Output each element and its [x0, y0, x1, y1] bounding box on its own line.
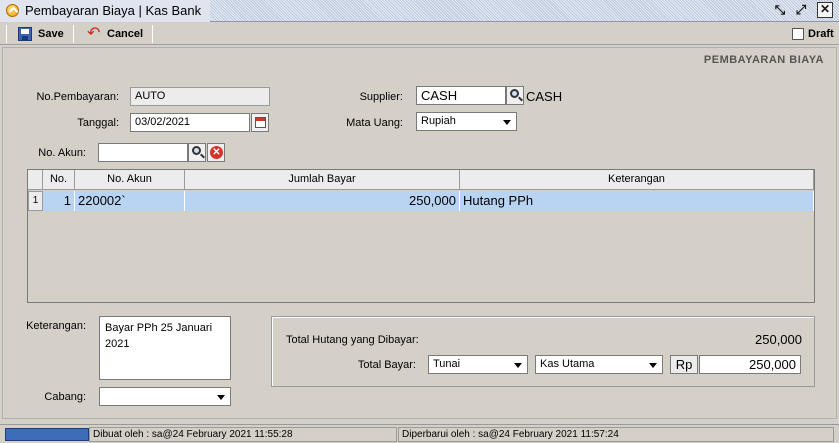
- currency-label: Rp: [670, 355, 698, 374]
- restore-icon[interactable]: ⤡: [772, 2, 788, 18]
- total-hutang-label: Total Hutang yang Dibayar:: [286, 334, 419, 346]
- title-bar: Pembayaran Biaya | Kas Bank ⤡ ⤢ ✕: [0, 0, 839, 22]
- undo-icon[interactable]: ↶: [87, 26, 103, 42]
- maximize-icon[interactable]: ⤢: [793, 2, 809, 18]
- status-bar: Dibuat oleh : sa@24 February 2021 11:55:…: [0, 424, 839, 443]
- no-pembayaran-label: No.Pembayaran:: [36, 91, 119, 103]
- clear-akun-button[interactable]: ✕: [207, 143, 225, 162]
- save-button[interactable]: Save: [38, 25, 64, 43]
- supplier-name: CASH: [526, 89, 563, 104]
- mata-uang-label: Mata Uang:: [346, 117, 403, 129]
- no-pembayaran-field[interactable]: AUTO: [130, 87, 270, 106]
- cabang-select[interactable]: [99, 387, 231, 406]
- no-akun-label: No. Akun:: [38, 147, 86, 159]
- total-hutang-value: 250,000: [755, 332, 802, 347]
- no-akun-search-button[interactable]: [188, 143, 206, 162]
- toolbar: Save ↶ Cancel Draft: [0, 23, 839, 45]
- cell-keterangan[interactable]: Hutang PPh: [460, 191, 814, 211]
- no-akun-field[interactable]: [98, 143, 188, 162]
- payment-grid: No. No. Akun Jumlah Bayar Keterangan 1 1…: [27, 169, 815, 303]
- supplier-label: Supplier:: [359, 91, 403, 103]
- toolbar-separator: [6, 25, 7, 43]
- created-info: Dibuat oleh : sa@24 February 2021 11:55:…: [89, 427, 397, 442]
- row-number[interactable]: 1: [28, 191, 43, 211]
- updated-info: Diperbarui oleh : sa@24 February 2021 11…: [398, 427, 834, 442]
- total-bayar-field[interactable]: 250,000: [699, 355, 801, 374]
- table-row[interactable]: 1 1 220002` 250,000 Hutang PPh: [28, 191, 814, 211]
- column-header-no[interactable]: No.: [43, 170, 75, 190]
- cell-no[interactable]: 1: [43, 191, 75, 211]
- window-title: Pembayaran Biaya | Kas Bank: [25, 3, 202, 18]
- column-header-akun[interactable]: No. Akun: [75, 170, 185, 190]
- cabang-label: Cabang:: [44, 391, 86, 403]
- keterangan-textarea[interactable]: Bayar PPh 25 Januari 2021: [99, 316, 231, 380]
- column-header-jumlah[interactable]: Jumlah Bayar: [185, 170, 460, 190]
- cancel-button[interactable]: Cancel: [107, 25, 143, 43]
- total-bayar-label: Total Bayar:: [357, 359, 416, 371]
- totals-panel: Total Hutang yang Dibayar: 250,000 Total…: [271, 316, 815, 387]
- calendar-icon: [255, 117, 266, 128]
- draft-label: Draft: [808, 28, 834, 40]
- close-icon[interactable]: ✕: [817, 2, 833, 18]
- app-icon: [6, 4, 19, 17]
- kas-account-select[interactable]: Kas Utama: [535, 355, 663, 374]
- main-panel: PEMBAYARAN BIAYA No.Pembayaran: AUTO Tan…: [2, 47, 837, 419]
- supplier-search-button[interactable]: [506, 86, 524, 105]
- grid-corner: [28, 170, 43, 190]
- keterangan-label: Keterangan:: [26, 320, 86, 332]
- supplier-field[interactable]: CASH: [416, 86, 506, 105]
- form-header: PEMBAYARAN BIAYA: [703, 54, 824, 66]
- toolbar-separator: [152, 25, 153, 43]
- tanggal-field[interactable]: 03/02/2021: [130, 113, 250, 132]
- draft-checkbox[interactable]: [792, 28, 804, 40]
- delete-icon: ✕: [210, 146, 223, 159]
- cell-jumlah[interactable]: 250,000: [185, 191, 460, 211]
- save-icon[interactable]: [18, 27, 32, 41]
- cell-akun[interactable]: 220002`: [75, 191, 185, 211]
- tanggal-label: Tanggal:: [77, 117, 119, 129]
- mata-uang-select[interactable]: Rupiah: [416, 112, 517, 131]
- payment-type-select[interactable]: Tunai: [428, 355, 528, 374]
- status-indicator: [5, 428, 89, 441]
- toolbar-separator: [73, 25, 74, 43]
- calendar-button[interactable]: [251, 113, 269, 132]
- column-header-keterangan[interactable]: Keterangan: [460, 170, 814, 190]
